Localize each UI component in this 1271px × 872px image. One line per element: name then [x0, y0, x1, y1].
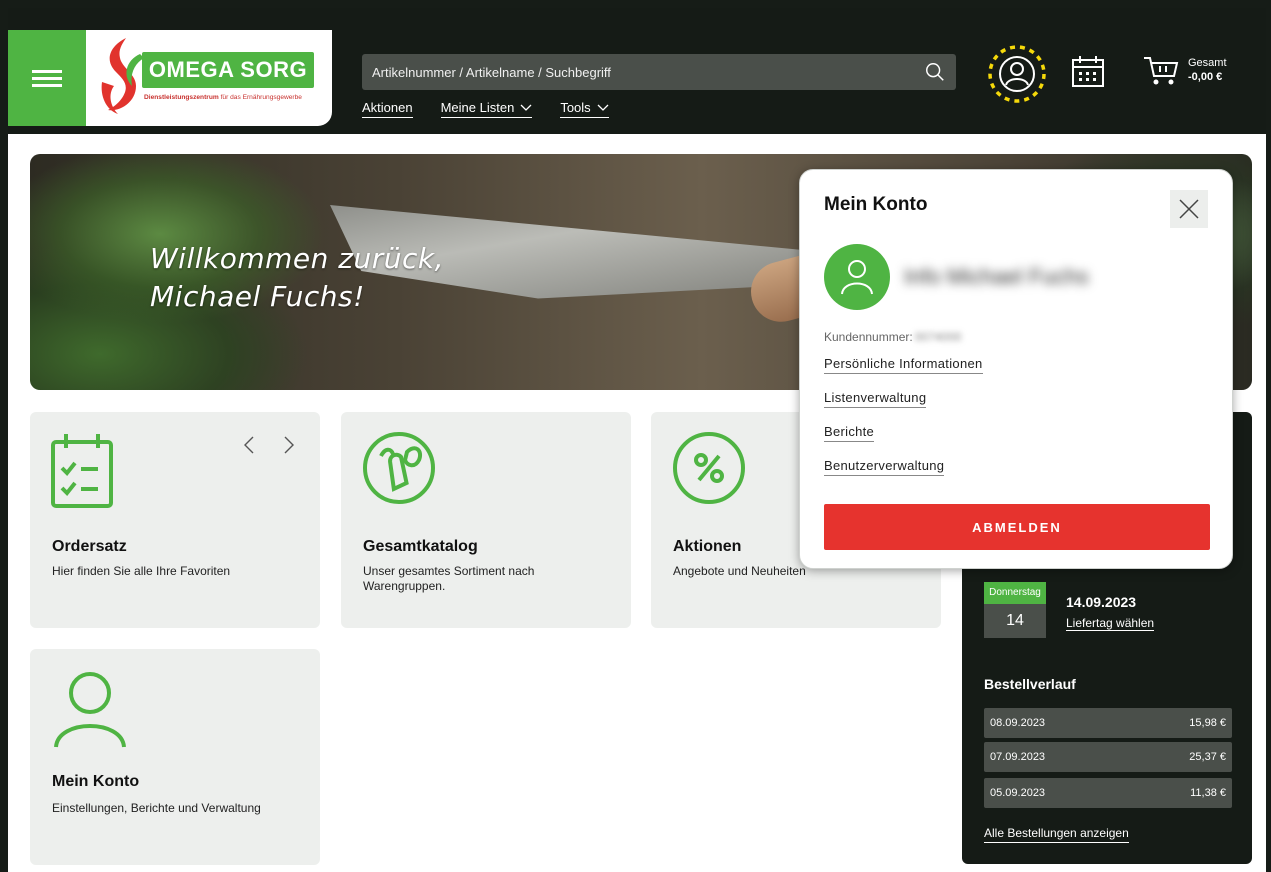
order-history-title: Bestellverlauf: [984, 676, 1076, 692]
tile-description: Hier finden Sie alle Ihre Favoriten: [52, 564, 231, 578]
history-date: 07.09.2023: [990, 751, 1046, 763]
vegetables-icon: [363, 432, 435, 504]
search-input[interactable]: [372, 54, 912, 90]
cart-amount: -0,00 €: [1188, 71, 1223, 83]
reports-link[interactable]: Berichte: [824, 424, 875, 442]
arrow-left-icon[interactable]: [238, 434, 260, 456]
checklist-calendar-icon: [51, 434, 113, 508]
nav-tools[interactable]: Tools: [560, 100, 609, 118]
search-bar: [362, 54, 956, 90]
welcome-message: Willkommen zurück, Michael Fuchs!: [150, 242, 445, 313]
arrow-right-icon[interactable]: [278, 434, 300, 456]
user-icon: [54, 672, 126, 748]
history-value: 15,98 €: [1189, 717, 1226, 729]
history-value: 25,37 €: [1189, 751, 1226, 763]
history-row[interactable]: 07.09.2023 25,37 €: [984, 742, 1232, 772]
nav-aktionen[interactable]: Aktionen: [362, 100, 413, 118]
tile-title: Aktionen: [673, 538, 742, 555]
account-icon[interactable]: [986, 43, 1048, 105]
customer-number: Kundennummer: 0074000: [824, 330, 962, 344]
avatar: [824, 244, 890, 310]
header: OMEGA SORG Dienstleistungszentrum für da…: [8, 8, 1266, 134]
carousel-arrows: [238, 434, 300, 456]
personal-info-link[interactable]: Persönliche Informationen: [824, 356, 983, 374]
day-number: 14: [984, 604, 1046, 638]
history-value: 11,38 €: [1190, 787, 1226, 799]
tile-gesamtkatalog[interactable]: Gesamtkatalog Unser gesamtes Sortiment n…: [341, 412, 631, 628]
chevron-down-icon: [520, 104, 532, 111]
hamburger-menu-button[interactable]: [8, 30, 86, 126]
brand-tagline: Dienstleistungszentrum für das Ernährung…: [144, 94, 302, 101]
list-management-link[interactable]: Listenverwaltung: [824, 390, 927, 408]
tile-title: Ordersatz: [52, 538, 127, 555]
delivery-date: 14.09.2023: [1066, 594, 1137, 610]
popup-title: Mein Konto: [824, 194, 928, 215]
user-management-link[interactable]: Benutzerverwaltung: [824, 458, 945, 476]
history-row[interactable]: 08.09.2023 15,98 €: [984, 708, 1232, 738]
user-icon: [841, 260, 873, 295]
cart-total[interactable]: Gesamt -0,00 €: [1188, 56, 1227, 84]
brand-logo[interactable]: OMEGA SORG Dienstleistungszentrum für da…: [86, 30, 332, 126]
tile-title: Gesamtkatalog: [363, 538, 478, 555]
account-name-redacted: Info Michael Fuchs: [904, 264, 1089, 289]
chevron-down-icon: [597, 104, 609, 111]
tile-description: Einstellungen, Berichte und Verwaltung: [52, 801, 261, 815]
percent-icon: [673, 432, 745, 504]
brand-name: OMEGA SORG: [142, 52, 314, 88]
tile-ordersatz[interactable]: Ordersatz Hier finden Sie alle Ihre Favo…: [30, 412, 320, 628]
choose-delivery-day-link[interactable]: Liefertag wählen: [1066, 616, 1155, 631]
tile-mein-konto[interactable]: Mein Konto Einstellungen, Berichte und V…: [30, 649, 320, 865]
history-date: 05.09.2023: [990, 787, 1046, 799]
account-popup: Mein Konto Info Michael Fuchs Kundennumm…: [799, 169, 1233, 569]
omega-logo-icon: [101, 38, 144, 114]
weekday-label: Donnerstag: [984, 582, 1046, 604]
delivery-day-badge: Donnerstag 14: [984, 582, 1046, 638]
cart-icon[interactable]: [1142, 54, 1180, 88]
logout-button[interactable]: ABMELDEN: [824, 504, 1210, 550]
main-nav: Aktionen Meine Listen Tools: [362, 100, 637, 118]
tile-description: Unser gesamtes Sortiment nach Warengrupp…: [363, 564, 535, 593]
history-row[interactable]: 05.09.2023 11,38 €: [984, 778, 1232, 808]
close-icon: [1179, 199, 1199, 219]
search-icon[interactable]: [924, 61, 946, 83]
all-orders-link[interactable]: Alle Bestellungen anzeigen: [984, 826, 1129, 843]
tile-title: Mein Konto: [52, 773, 140, 790]
close-button[interactable]: [1170, 190, 1208, 228]
cart-label: Gesamt: [1188, 57, 1227, 69]
history-date: 08.09.2023: [990, 717, 1046, 729]
calendar-icon[interactable]: [1070, 54, 1106, 90]
nav-meine-listen[interactable]: Meine Listen: [440, 100, 533, 118]
